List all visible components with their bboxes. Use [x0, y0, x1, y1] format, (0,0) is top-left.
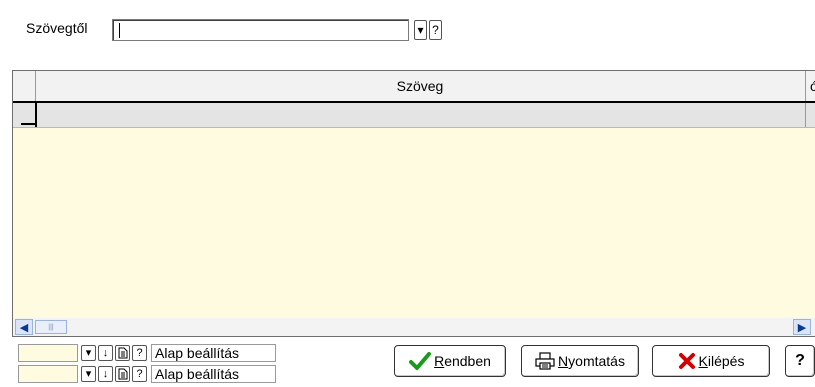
question-icon: ?: [795, 352, 805, 369]
settings-field-2[interactable]: [18, 365, 78, 383]
red-x-icon: [678, 352, 696, 370]
print-button-label: Nyomtatás: [558, 353, 625, 369]
settings-document-button[interactable]: [115, 345, 130, 361]
document-icon: [118, 368, 127, 380]
settings-help-button[interactable]: ?: [132, 345, 147, 361]
printer-icon: [535, 352, 555, 370]
settings-help-button[interactable]: ?: [132, 366, 147, 382]
chevron-down-icon: ▾: [85, 346, 92, 359]
settings-field-1[interactable]: [18, 344, 78, 362]
cell-text[interactable]: [37, 103, 805, 127]
data-grid[interactable]: Szöveg ó ◀ ||| ▶: [12, 70, 815, 337]
arrow-right-icon: ▶: [797, 321, 807, 334]
question-icon: ?: [136, 367, 143, 380]
table-row[interactable]: [13, 103, 815, 128]
text-from-input[interactable]: [112, 19, 409, 41]
row-indicator: [13, 103, 37, 127]
horizontal-scrollbar[interactable]: ◀ ||| ▶: [13, 318, 815, 336]
settings-label: Alap beállítás: [151, 365, 276, 383]
filter-label: Szövegtől: [26, 20, 88, 36]
text-cursor: [119, 23, 120, 38]
settings-document-button[interactable]: [115, 366, 130, 382]
filter-dropdown-button[interactable]: ▾: [414, 20, 427, 40]
settings-apply-button[interactable]: ↓: [98, 345, 113, 361]
document-icon: [118, 347, 127, 359]
settings-dropdown-button[interactable]: ▾: [81, 345, 96, 361]
checkmark-icon: [409, 352, 432, 370]
settings-label: Alap beállítás: [151, 344, 276, 362]
scroll-right-button[interactable]: ▶: [793, 319, 811, 335]
grid-header: Szöveg ó: [13, 71, 815, 103]
settings-dropdown-button[interactable]: ▾: [81, 366, 96, 382]
ok-button-label: Rendben: [434, 353, 491, 369]
question-icon: ?: [136, 346, 143, 359]
exit-button-label: Kilépés: [698, 353, 745, 369]
scrollbar-thumb[interactable]: |||: [35, 320, 67, 334]
scroll-left-button[interactable]: ◀: [15, 319, 33, 335]
grid-corner: [13, 71, 36, 101]
arrow-down-icon: ↓: [102, 367, 109, 380]
column-separator: [805, 103, 806, 127]
arrow-down-icon: ↓: [102, 346, 109, 359]
print-button[interactable]: Nyomtatás: [521, 345, 639, 377]
exit-button[interactable]: Kilépés: [652, 345, 770, 377]
help-button[interactable]: ?: [785, 345, 815, 377]
settings-apply-button[interactable]: ↓: [98, 366, 113, 382]
column-header-second[interactable]: ó: [807, 71, 815, 101]
chevron-down-icon: ▾: [85, 367, 92, 380]
filter-help-button[interactable]: ?: [429, 20, 442, 40]
chevron-down-icon: ▾: [417, 23, 424, 37]
column-header-text[interactable]: Szöveg: [35, 71, 806, 101]
arrow-left-icon: ◀: [19, 321, 29, 334]
ok-button[interactable]: Rendben: [394, 345, 506, 377]
question-icon: ?: [432, 23, 439, 37]
